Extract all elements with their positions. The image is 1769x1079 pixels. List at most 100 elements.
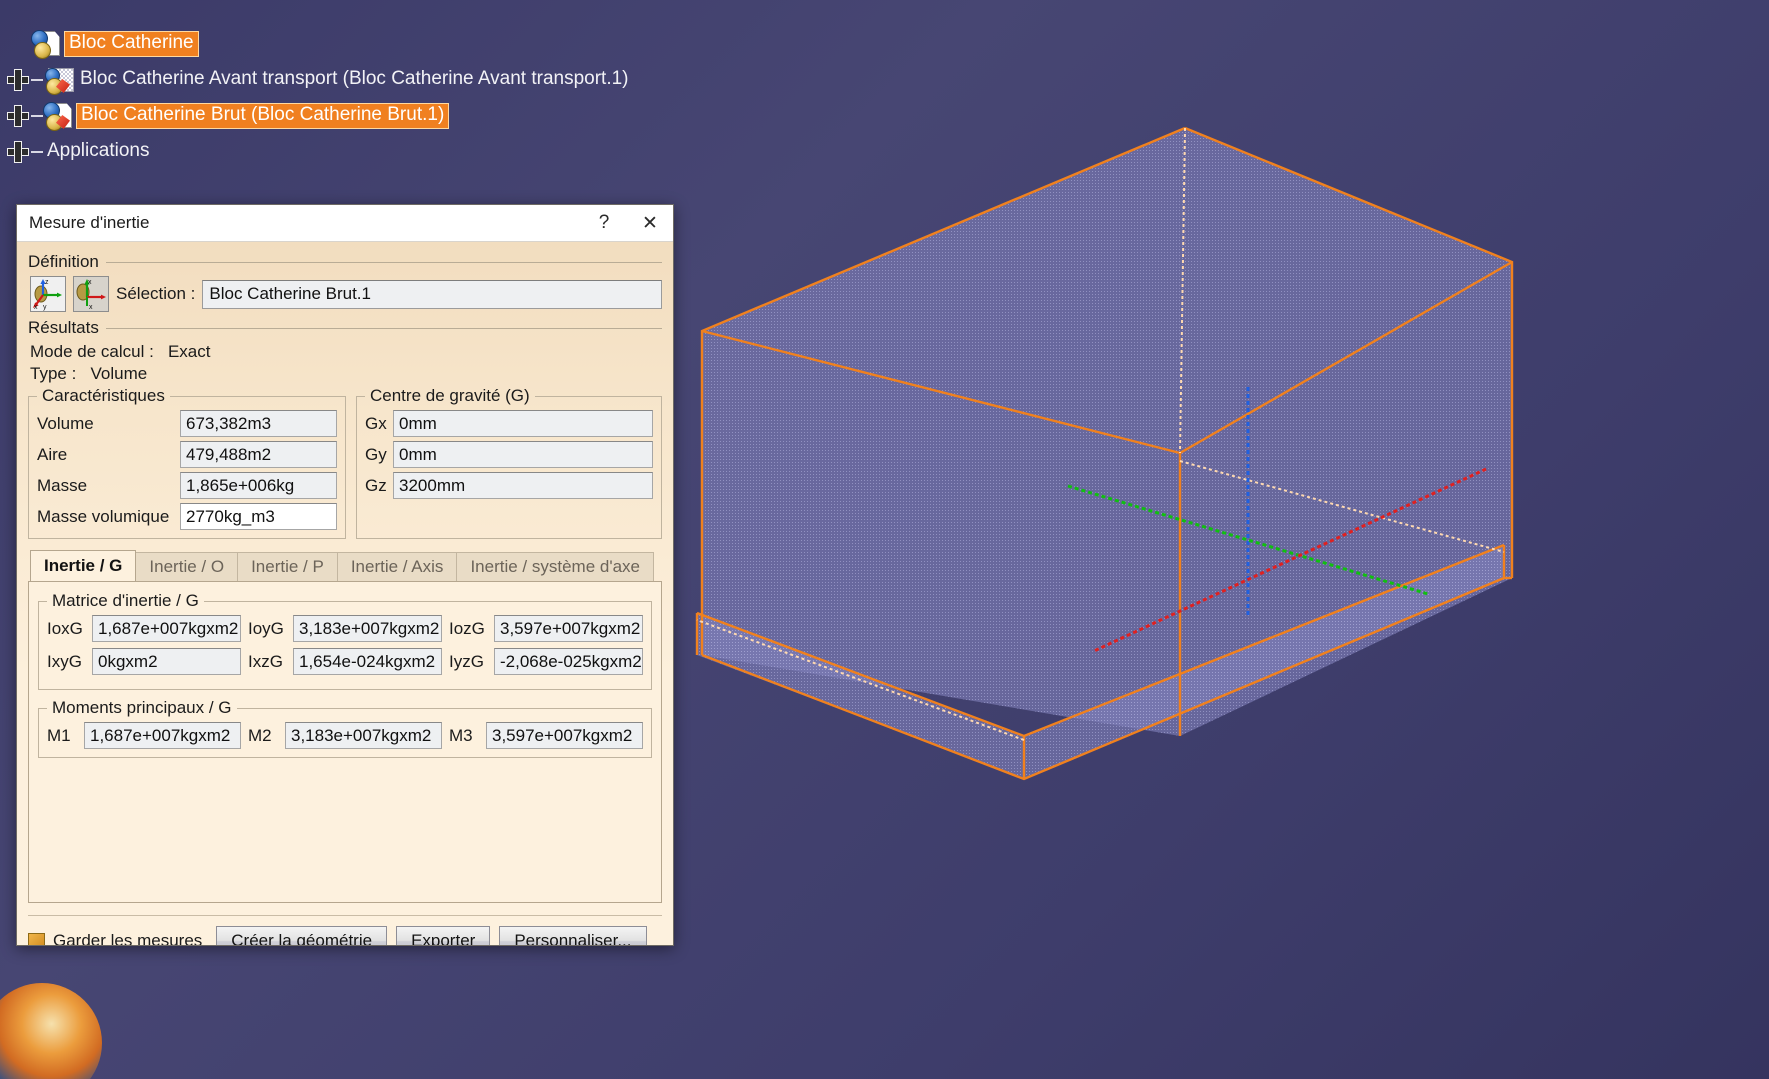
- mesure-dinertie-dialog: Mesure d'inertie ? ✕ Définition z x y x …: [16, 204, 674, 946]
- specification-tree[interactable]: Bloc Catherine Bloc Catherine Avant tran…: [0, 26, 720, 170]
- gz-value-field[interactable]: 3200mm: [393, 472, 653, 499]
- tab-inertie-p[interactable]: Inertie / P: [237, 552, 338, 581]
- keep-measures-checkbox[interactable]: Garder les mesures: [28, 931, 202, 945]
- iyzg-value: -2,068e-025kgxm2: [500, 651, 642, 671]
- m2-value-field[interactable]: 3,183e+007kgxm2: [285, 722, 442, 749]
- iyzg-value-field[interactable]: -2,068e-025kgxm2: [494, 648, 643, 675]
- tree-connector: [31, 79, 43, 81]
- tab-label: Inertie / P: [251, 557, 324, 576]
- gx-row: Gx 0mm: [365, 410, 653, 437]
- caracteristiques-caption: Caractéristiques: [42, 386, 165, 405]
- results-group-caption: Résultats: [28, 318, 662, 338]
- ioxg-value-field[interactable]: 1,687e+007kgxm2: [92, 615, 241, 642]
- tree-node-label[interactable]: Applications: [43, 140, 153, 164]
- matrix-row-diagonal: IoxG 1,687e+007kgxm2 IoyG 3,183e+007kgxm…: [47, 615, 643, 642]
- moments-principaux-group: Moments principaux / G M1 1,687e+007kgxm…: [38, 698, 652, 758]
- ioyg-value-field[interactable]: 3,183e+007kgxm2: [293, 615, 442, 642]
- masse-volumique-input[interactable]: 2770kg_m3: [180, 503, 337, 530]
- checkbox-box-icon[interactable]: [28, 932, 45, 945]
- group-rule: [105, 327, 662, 329]
- ixyg-value: 0kgxm2: [98, 651, 158, 671]
- tree-expander-icon[interactable]: [7, 141, 29, 163]
- m1-value-field[interactable]: 1,687e+007kgxm2: [84, 722, 241, 749]
- close-button[interactable]: ✕: [627, 205, 673, 241]
- customize-button[interactable]: Personnaliser...: [499, 926, 647, 945]
- tree-node-bloc-catherine-avant-transport[interactable]: Bloc Catherine Avant transport (Bloc Cat…: [0, 62, 720, 98]
- tree-connector: [31, 151, 43, 153]
- ixzg-value-field[interactable]: 1,654e-024kgxm2: [293, 648, 442, 675]
- calc-mode-value: Exact: [167, 342, 211, 361]
- tree-node-label[interactable]: Bloc Catherine: [64, 31, 199, 57]
- inertie-g-panel: Matrice d'inertie / G IoxG 1,687e+007kgx…: [28, 581, 662, 903]
- tree-node-applications[interactable]: Applications: [0, 134, 720, 170]
- selection-input[interactable]: Bloc Catherine Brut.1: [202, 279, 662, 309]
- gz-row: Gz 3200mm: [365, 472, 653, 499]
- tab-inertie-systeme-daxe[interactable]: Inertie / système d'axe: [456, 552, 654, 581]
- tab-label: Inertie / Axis: [350, 557, 444, 576]
- axis-system-xyz-icon[interactable]: x x: [73, 276, 109, 312]
- type-value: Volume: [90, 364, 148, 383]
- iozg-value-field[interactable]: 3,597e+007kgxm2: [494, 615, 643, 642]
- gz-label: Gz: [365, 475, 387, 495]
- aire-label: Aire: [37, 444, 68, 464]
- tree-expander-icon[interactable]: [7, 105, 29, 127]
- masse-row: Masse 1,865e+006kg: [37, 472, 337, 499]
- masse-value-field[interactable]: 1,865e+006kg: [180, 472, 337, 499]
- tab-label: Inertie / système d'axe: [470, 557, 640, 576]
- create-geometry-label: Créer la géométrie: [231, 931, 373, 945]
- selection-row: z x y x x Sélection: Bloc Catherine Bru…: [30, 276, 662, 312]
- masse-value: 1,865e+006kg: [186, 475, 295, 495]
- gy-value-field[interactable]: 0mm: [393, 441, 653, 468]
- volume-value-field[interactable]: 673,382m3: [180, 410, 337, 437]
- masse-volumique-label: Masse volumique: [37, 506, 170, 526]
- iozg-value: 3,597e+007kgxm2: [500, 618, 641, 638]
- matrice-dinertie-caption: Matrice d'inertie / G: [52, 591, 199, 610]
- dialog-titlebar[interactable]: Mesure d'inertie ? ✕: [17, 205, 673, 242]
- close-icon: ✕: [642, 212, 658, 234]
- gx-value-field[interactable]: 0mm: [393, 410, 653, 437]
- ioyg-label: IoyG: [248, 618, 284, 638]
- tab-inertie-g[interactable]: Inertie / G: [30, 550, 137, 581]
- customize-label: Personnaliser...: [514, 931, 632, 945]
- masse-volumique-value: 2770kg_m3: [186, 506, 275, 526]
- volume-label: Volume: [37, 413, 94, 433]
- axis-system-zxy-icon[interactable]: z x y: [30, 276, 66, 312]
- m2-value: 3,183e+007kgxm2: [291, 725, 432, 745]
- gy-label: Gy: [365, 444, 387, 464]
- svg-text:x: x: [89, 304, 93, 311]
- svg-text:z: z: [45, 279, 49, 286]
- type-row: Type : Volume: [30, 364, 662, 384]
- inertia-tabstrip[interactable]: Inertie / G Inertie / O Inertie / P Iner…: [30, 550, 662, 581]
- m1-value: 1,687e+007kgxm2: [90, 725, 231, 745]
- gx-value: 0mm: [399, 413, 437, 433]
- masse-volumique-row: Masse volumique 2770kg_m3: [37, 503, 337, 530]
- definition-caption-text: Définition: [28, 252, 99, 271]
- ixyg-label: IxyG: [47, 651, 82, 671]
- type-label: Type :: [30, 364, 77, 383]
- tree-node-bloc-catherine-brut[interactable]: Bloc Catherine Brut (Bloc Catherine Brut…: [0, 98, 720, 134]
- create-geometry-button[interactable]: Créer la géométrie: [216, 926, 388, 945]
- volume-row: Volume 673,382m3: [37, 410, 337, 437]
- tree-node-label[interactable]: Bloc Catherine Avant transport (Bloc Cat…: [76, 68, 633, 92]
- dialog-title: Mesure d'inertie: [29, 213, 150, 232]
- tree-node-bloc-catherine[interactable]: Bloc Catherine: [0, 26, 720, 62]
- ixyg-value-field[interactable]: 0kgxm2: [92, 648, 241, 675]
- tab-inertie-axis[interactable]: Inertie / Axis: [336, 552, 458, 581]
- ixzg-label: IxzG: [248, 651, 283, 671]
- matrix-row-products: IxyG 0kgxm2 IxzG 1,654e-024kgxm2 IyzG -2…: [47, 648, 643, 675]
- tab-inertie-o[interactable]: Inertie / O: [135, 552, 239, 581]
- aire-value-field[interactable]: 479,488m2: [180, 441, 337, 468]
- svg-text:x: x: [34, 304, 38, 311]
- export-button[interactable]: Exporter: [396, 926, 491, 945]
- ioxg-value: 1,687e+007kgxm2: [98, 618, 239, 638]
- footer-actions-row: Garder les mesures Créer la géométrie Ex…: [28, 926, 662, 945]
- part-document-icon: [43, 102, 73, 131]
- svg-text:x: x: [88, 279, 92, 286]
- m1-label: M1: [47, 725, 71, 745]
- tree-node-label[interactable]: Bloc Catherine Brut (Bloc Catherine Brut…: [76, 103, 450, 129]
- help-button[interactable]: ?: [581, 205, 627, 241]
- m3-value-field[interactable]: 3,597e+007kgxm2: [486, 722, 643, 749]
- centre-de-gravite-group: Centre de gravité (G) Gx 0mm Gy 0mm Gz 3…: [356, 386, 662, 539]
- dialog-body: Définition z x y x x Sélection: Bloc Ca…: [17, 242, 673, 945]
- tree-expander-icon[interactable]: [7, 69, 29, 91]
